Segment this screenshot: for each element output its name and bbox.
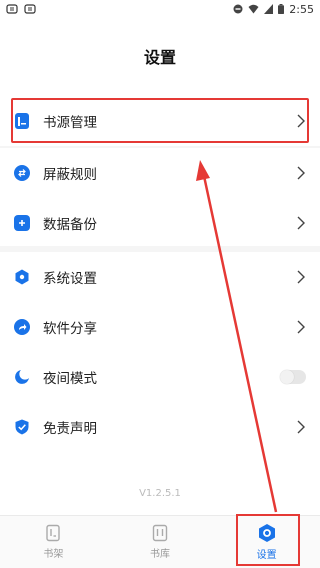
menu-item-night-mode[interactable]: 夜间模式 (0, 352, 320, 402)
chevron-right-icon (297, 320, 305, 334)
app-version: V1.2.5.1 (139, 488, 181, 499)
signal-icon (264, 4, 274, 14)
status-left (6, 4, 36, 14)
menu-item-data-backup[interactable]: 数据备份 (0, 198, 320, 248)
menu-item-share[interactable]: 软件分享 (0, 302, 320, 352)
battery-icon (278, 4, 285, 14)
debug-icon-2 (24, 4, 36, 14)
status-bar: 2:55 (0, 0, 320, 18)
annotation-box-settings-tab (236, 514, 300, 566)
menu-item-label: 免责声明 (43, 421, 97, 437)
menu-item-label: 数据备份 (43, 217, 97, 233)
debug-icon (6, 4, 18, 14)
tab-label: 书库 (150, 549, 170, 560)
page-title: 设置 (143, 48, 176, 67)
chevron-right-icon (297, 216, 305, 230)
menu-item-label: 夜间模式 (43, 371, 97, 387)
moon-icon (14, 369, 30, 385)
shield-check-icon (14, 419, 30, 435)
menu-item-disclaimer[interactable]: 免责声明 (0, 402, 320, 452)
tab-label: 书架 (43, 549, 64, 560)
chevron-right-icon (297, 270, 305, 284)
minus-circle-icon (233, 4, 243, 14)
swap-icon (14, 165, 30, 181)
annotation-box-book-source (11, 98, 309, 143)
hexagon-icon (14, 269, 30, 285)
status-time: 2:55 (289, 2, 314, 16)
backup-icon (14, 215, 30, 231)
menu-item-label: 软件分享 (43, 321, 97, 337)
wifi-icon (248, 4, 259, 14)
menu-item-label: 屏蔽规则 (43, 167, 97, 183)
share-icon (14, 319, 30, 335)
library-icon (152, 524, 168, 542)
chevron-right-icon (297, 166, 305, 180)
night-mode-toggle[interactable] (280, 370, 306, 384)
chevron-right-icon (297, 420, 305, 434)
status-right: 2:55 (233, 3, 314, 16)
menu-group-2: 屏蔽规则 数据备份 (0, 148, 320, 248)
menu-item-block-rules[interactable]: 屏蔽规则 (0, 148, 320, 198)
bookshelf-icon (46, 524, 61, 542)
menu-item-system-settings[interactable]: 系统设置 (0, 252, 320, 302)
tab-bookshelf[interactable]: 书架 (0, 516, 107, 568)
tab-library[interactable]: 书库 (107, 516, 214, 568)
menu-item-label: 系统设置 (43, 271, 97, 287)
menu-group-3: 系统设置 软件分享 夜间模式 免责声明 (0, 252, 320, 452)
